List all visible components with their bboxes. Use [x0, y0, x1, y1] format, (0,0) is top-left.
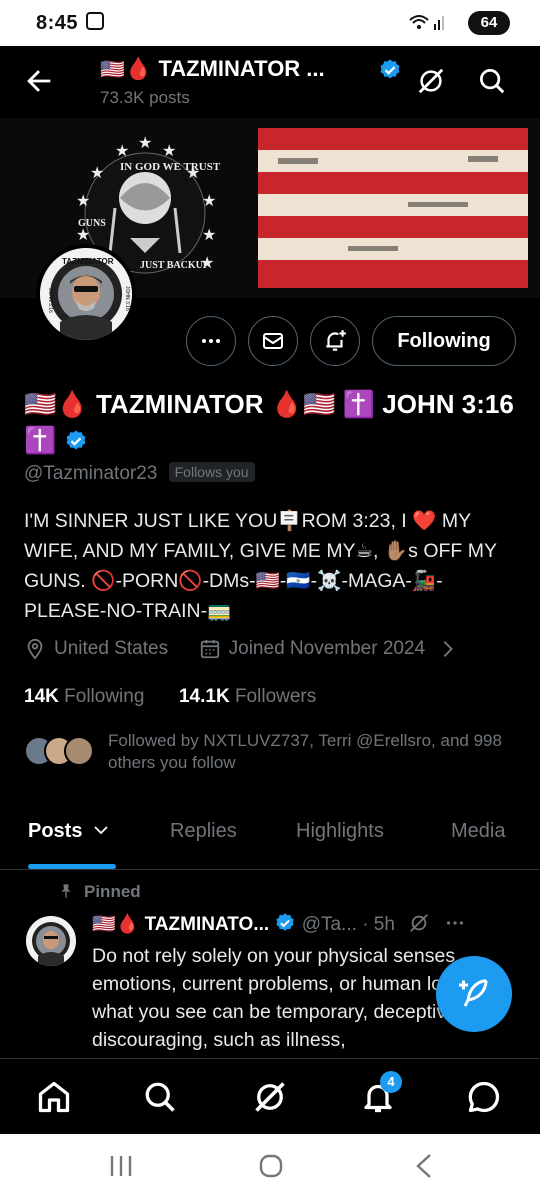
- verified-icon: [380, 59, 400, 79]
- search-icon[interactable]: [477, 66, 507, 96]
- android-nav-bar: [0, 1134, 540, 1200]
- post-header: 🇺🇸🩸 TAZMINATO... @Ta... · 5h: [92, 912, 466, 936]
- joined-text: Joined November 2024: [228, 638, 426, 659]
- post-avatar[interactable]: [26, 916, 76, 966]
- profile-avatar[interactable]: TAZMINATOR JOHN 3:16 JOHN 3:16: [36, 244, 136, 344]
- following-label: Following: [64, 686, 145, 707]
- emblem-text-top: IN GOD WE TRUST: [120, 161, 221, 173]
- bell-plus-icon: [326, 330, 346, 351]
- following-button[interactable]: Following: [372, 316, 516, 366]
- search-icon[interactable]: [142, 1079, 178, 1115]
- bio: I'M SINNER JUST LIKE YOU🪧ROM 3:23, I ❤️ …: [24, 510, 497, 622]
- grok-icon[interactable]: [408, 912, 430, 934]
- status-time: 8:45: [36, 12, 79, 34]
- mail-icon: [263, 333, 283, 349]
- followers-label: Followers: [234, 686, 317, 707]
- svg-text:★: ★: [162, 143, 176, 160]
- display-name: 🇺🇸🩸 TAZMINATOR 🩸🇺🇸 ✝️ JOHN 3:16 ✝️: [24, 386, 524, 458]
- svg-text:★: ★: [202, 227, 216, 244]
- avatar-ring-text-top: TAZMINATOR: [62, 257, 114, 266]
- more-options-button[interactable]: [186, 316, 236, 366]
- flag-emoji: 🇺🇸: [100, 59, 125, 81]
- notify-button[interactable]: [310, 316, 360, 366]
- svg-text:★: ★: [90, 165, 104, 182]
- location-icon: [27, 638, 43, 660]
- posts-count: 73.3K posts: [100, 88, 190, 107]
- top-nav: 🇺🇸🩸 TAZMINATOR ... 73.3K posts: [0, 46, 540, 118]
- followed-by-text: Followed by NXTLUVZ737, Terri @Erellsro,…: [108, 731, 502, 772]
- tab-media[interactable]: Media: [451, 820, 505, 843]
- back-button-icon[interactable]: [412, 1152, 436, 1180]
- follower-avatar: [64, 736, 94, 766]
- avatar-ring-text-right: JOHN 3:16: [124, 286, 130, 311]
- follow-counts: 14K Following 14.1K Followers: [24, 686, 316, 708]
- american-flag-image: [258, 128, 528, 288]
- home-button-icon[interactable]: [258, 1152, 284, 1180]
- compose-post-button[interactable]: [436, 956, 512, 1032]
- svg-text:★: ★: [138, 135, 152, 152]
- verified-icon[interactable]: [64, 429, 88, 453]
- post-time: · 5h: [362, 914, 395, 935]
- pinned-text: Pinned: [84, 882, 141, 901]
- feather-plus-icon: [459, 979, 488, 1007]
- svg-text:★: ★: [76, 227, 90, 244]
- chat-icon[interactable]: [466, 1079, 502, 1115]
- svg-text:★: ★: [76, 193, 90, 210]
- avatar-photo: TAZMINATOR JOHN 3:16 JOHN 3:16: [40, 248, 132, 340]
- active-tab-indicator: [28, 864, 116, 869]
- calendar-icon: [200, 639, 219, 659]
- screenshot-icon: [86, 12, 104, 30]
- svg-text:★: ★: [202, 193, 216, 210]
- tab-highlights[interactable]: Highlights: [296, 820, 384, 843]
- profile-meta: United States Joined November 2024: [24, 638, 458, 660]
- home-icon[interactable]: [36, 1079, 72, 1115]
- avatar-portrait: TAZMINATOR JOHN 3:16 JOHN 3:16: [40, 248, 132, 340]
- grok-icon[interactable]: [252, 1079, 288, 1115]
- handle-row: @Tazminator23 Follows you: [24, 462, 255, 485]
- grok-icon[interactable]: [416, 66, 446, 96]
- message-button[interactable]: [248, 316, 298, 366]
- svg-text:★: ★: [115, 143, 129, 160]
- following-count: 14K: [24, 686, 59, 707]
- avatar-ring-text-left: JOHN 3:16: [47, 288, 53, 313]
- location-text: United States: [54, 638, 169, 659]
- pin-icon: [61, 884, 71, 898]
- tab-replies[interactable]: Replies: [170, 820, 237, 843]
- wifi-signal-icon: [409, 15, 444, 30]
- verified-icon: [276, 913, 295, 931]
- header-title: 🇺🇸🩸 TAZMINATOR ...: [100, 56, 325, 82]
- svg-text:★: ★: [186, 165, 200, 182]
- post-more-icon[interactable]: [444, 912, 466, 934]
- followers-count: 14.1K: [178, 686, 230, 707]
- status-bar: 8:45 64: [0, 0, 540, 46]
- follows-you-badge: Follows you: [168, 462, 255, 482]
- following-link[interactable]: 14K Following: [24, 686, 144, 707]
- tab-posts[interactable]: Posts: [28, 820, 110, 843]
- chevron-down-icon: [94, 826, 108, 835]
- chevron-right-icon[interactable]: [436, 638, 458, 660]
- notifications-badge: 4: [380, 1071, 402, 1093]
- battery-indicator: 64: [468, 11, 510, 35]
- drop-emoji: 🩸: [124, 56, 153, 81]
- more-icon: [202, 339, 220, 343]
- recent-apps-icon[interactable]: [108, 1154, 134, 1178]
- post-avatar-portrait: [26, 916, 76, 966]
- followers-link[interactable]: 14.1K Followers: [179, 686, 316, 707]
- tab-posts-label: Posts: [28, 820, 83, 842]
- back-arrow-icon[interactable]: [22, 64, 56, 98]
- pinned-label: Pinned: [58, 882, 141, 902]
- svg-text:★: ★: [200, 255, 214, 272]
- emblem-text-right: JUST BACKUP: [140, 260, 209, 271]
- post-author[interactable]: 🇺🇸🩸 TAZMINATO...: [92, 914, 269, 935]
- profile-tabs: Posts Replies Highlights Media: [0, 806, 540, 870]
- user-handle: @Tazminator23: [24, 463, 158, 484]
- display-name-text: 🇺🇸🩸 TAZMINATOR 🩸🇺🇸 ✝️ JOHN 3:16 ✝️: [24, 389, 514, 455]
- header-name: TAZMINATOR ...: [158, 56, 325, 81]
- post-handle: @Ta...: [301, 914, 357, 935]
- bottom-nav: 4: [0, 1058, 540, 1134]
